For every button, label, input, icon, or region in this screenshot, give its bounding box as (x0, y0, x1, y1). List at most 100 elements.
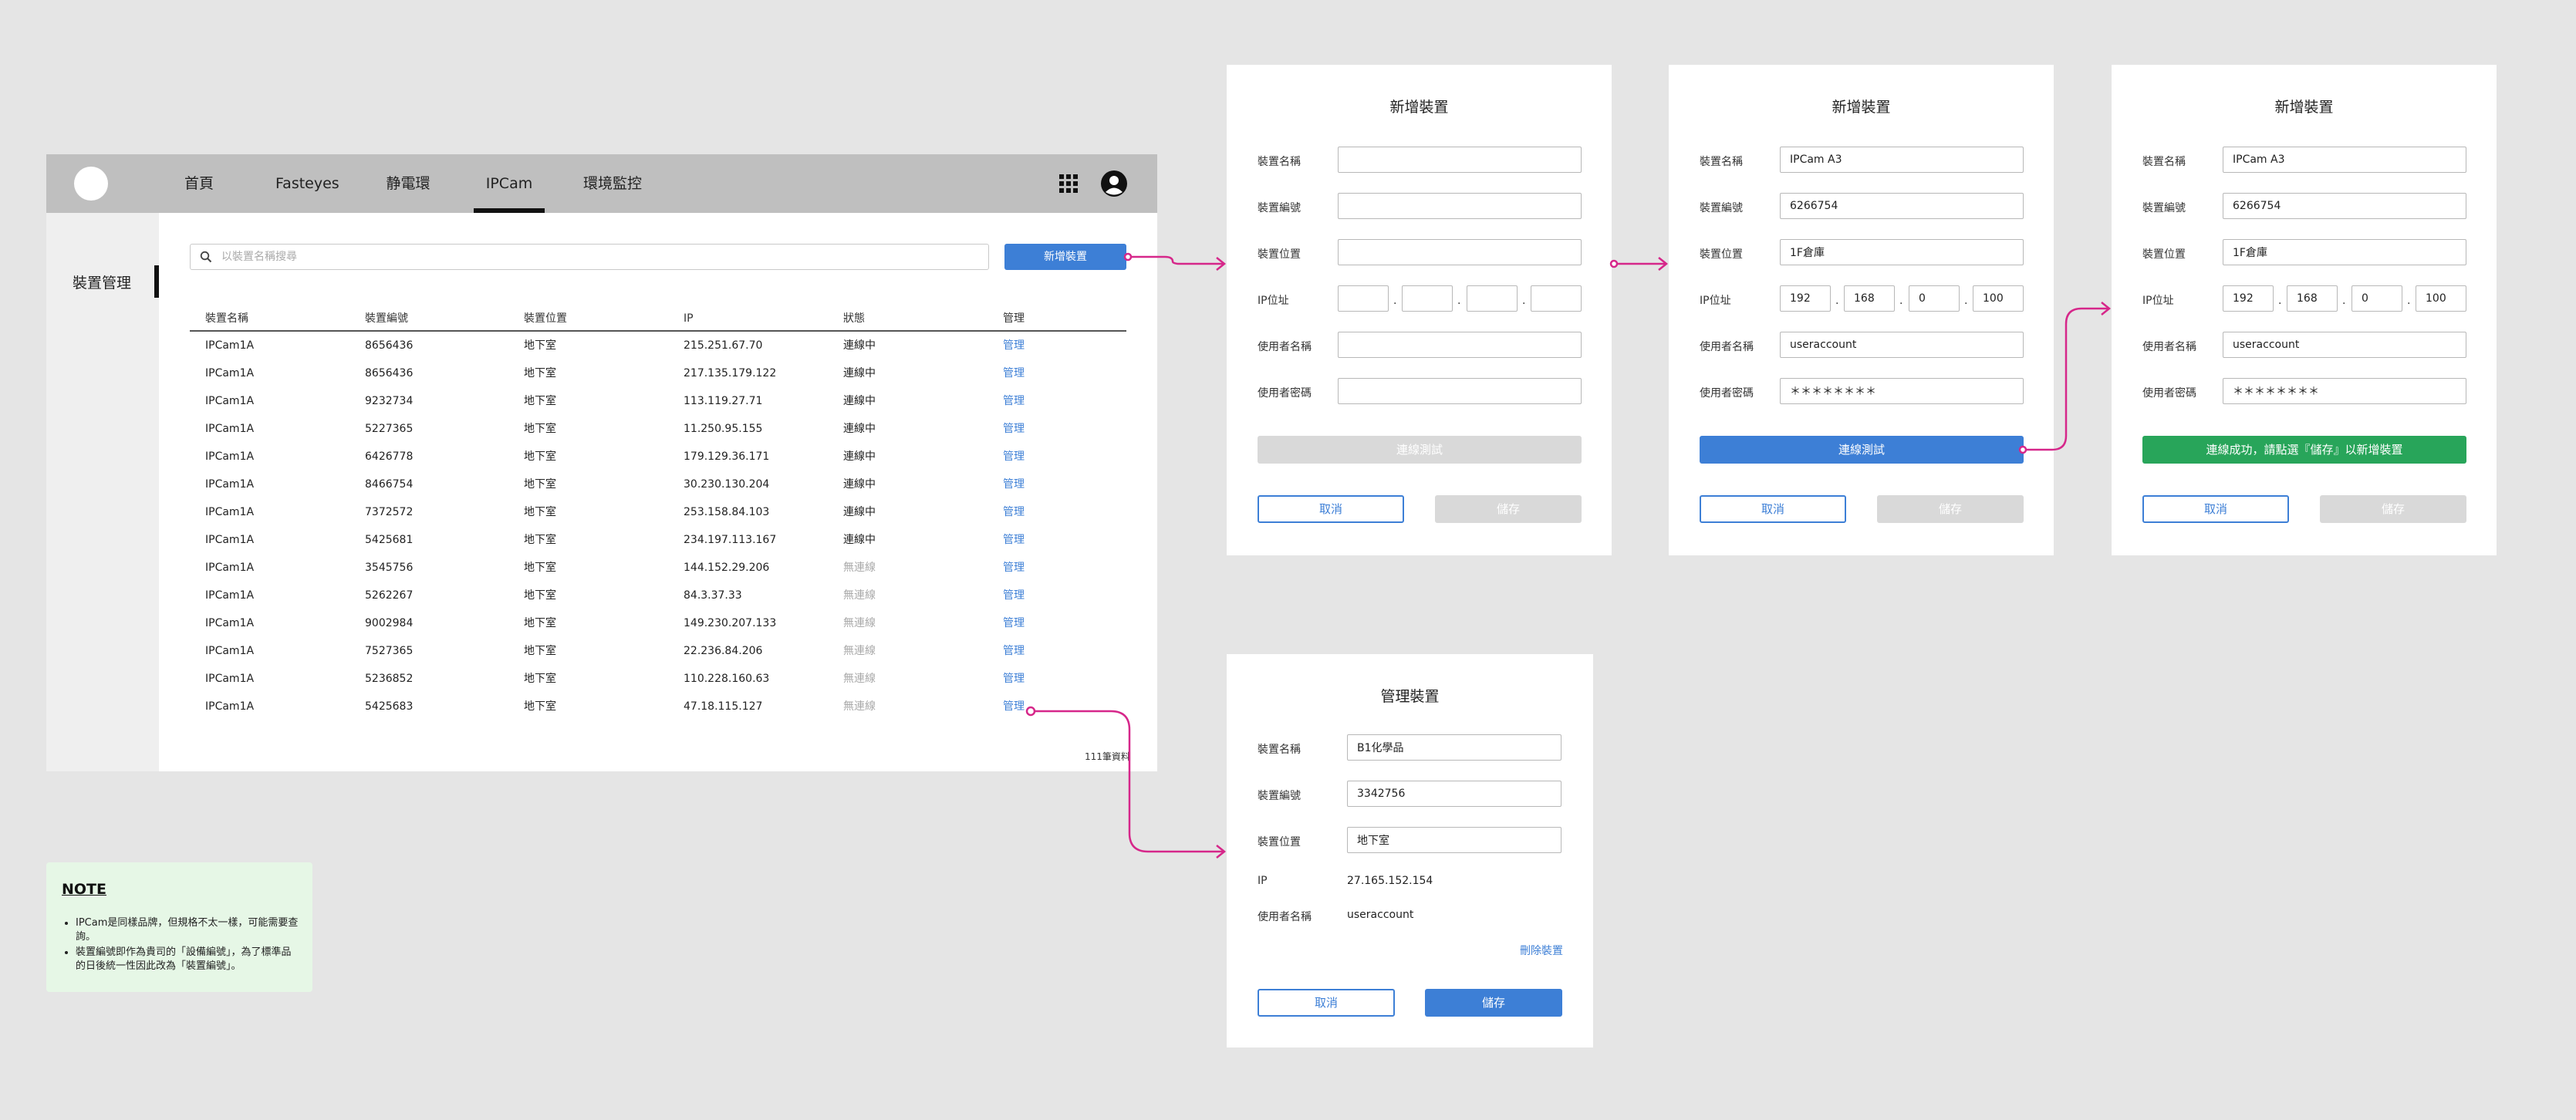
cell-ip: 144.152.29.206 (684, 562, 770, 574)
manage-link[interactable]: 管理 (1003, 582, 1025, 609)
ip-octet-3-field[interactable] (1467, 285, 1518, 312)
nav-item-ipcam[interactable]: IPCam (474, 154, 545, 213)
cell-device-location: 地下室 (524, 534, 556, 546)
ip-octet-3-field[interactable] (2351, 285, 2402, 312)
table-row: IPCam1A 3545756 地下室 144.152.29.206 無連線 管理 (190, 554, 1126, 582)
delete-device-link[interactable]: 刪除裝置 (1520, 943, 1563, 958)
ip-octet-4-field[interactable] (2416, 285, 2466, 312)
search-box (190, 244, 989, 270)
cell-ip: 217.135.179.122 (684, 367, 777, 380)
nav-item-esd[interactable]: 静電環 (385, 154, 431, 213)
connector-arrowhead (1658, 257, 1669, 271)
ip-octet-2-field[interactable] (2287, 285, 2338, 312)
ip-separator: . (1835, 295, 1839, 307)
cell-device-name: IPCam1A (205, 562, 255, 574)
ip-octet-4-field[interactable] (1973, 285, 2024, 312)
cell-ip: 234.197.113.167 (684, 534, 777, 546)
nav-item-fasteyes[interactable]: Fasteyes (275, 154, 339, 213)
manage-link[interactable]: 管理 (1003, 332, 1025, 359)
label-username: 使用者名稱 (1258, 341, 1312, 353)
device-location-field[interactable] (1780, 239, 2024, 265)
ip-octet-1-field[interactable] (1780, 285, 1831, 312)
device-location-field[interactable] (2223, 239, 2466, 265)
username-field[interactable] (1780, 332, 2024, 358)
manage-link[interactable]: 管理 (1003, 498, 1025, 526)
connection-test-button[interactable]: 連線測試 (1258, 436, 1582, 464)
connection-test-button[interactable]: 連線測試 (1700, 436, 2024, 464)
save-button[interactable]: 儲存 (2320, 495, 2466, 523)
sidebar-item-device-management[interactable]: 裝置管理 (73, 272, 131, 292)
ip-octet-1-field[interactable] (2223, 285, 2274, 312)
device-name-field[interactable] (2223, 147, 2466, 173)
table-row: IPCam1A 9002984 地下室 149.230.207.133 無連線 管理 (190, 609, 1126, 637)
device-location-field[interactable] (1347, 827, 1561, 853)
note-list: IPCam是同樣品牌，但規格不太一樣，可能需要查詢。 裝置編號即作為貴司的「設備… (62, 916, 301, 975)
table-header: 裝置名稱 裝置編號 裝置位置 IP 狀態 管理 (190, 305, 1126, 332)
manage-link[interactable]: 管理 (1003, 693, 1025, 720)
search-input[interactable] (220, 245, 976, 269)
device-name-field[interactable] (1347, 734, 1561, 761)
device-number-field[interactable] (1338, 193, 1582, 219)
label-ip: IP (1258, 875, 1268, 887)
account-icon[interactable] (1100, 170, 1128, 197)
apps-grid-icon[interactable] (1059, 174, 1078, 193)
cell-device-name: IPCam1A (205, 506, 255, 518)
password-field[interactable] (2223, 378, 2466, 404)
manage-link[interactable]: 管理 (1003, 526, 1025, 554)
password-field[interactable] (1338, 378, 1582, 404)
device-name-field[interactable] (1780, 147, 2024, 173)
manage-link[interactable]: 管理 (1003, 415, 1025, 443)
manage-link[interactable]: 管理 (1003, 387, 1025, 415)
cell-device-number: 7372572 (365, 506, 414, 518)
manage-link[interactable]: 管理 (1003, 359, 1025, 387)
column-header-name: 裝置名稱 (205, 312, 248, 325)
ip-octet-2-field[interactable] (1844, 285, 1895, 312)
device-location-field[interactable] (1338, 239, 1582, 265)
add-device-button[interactable]: 新增裝置 (1004, 244, 1126, 270)
nav-item-env-monitor[interactable]: 環境監控 (582, 154, 643, 213)
label-device-location: 裝置位置 (1700, 248, 1743, 261)
manage-link[interactable]: 管理 (1003, 471, 1025, 498)
device-number-field[interactable] (1347, 781, 1561, 807)
cancel-button[interactable]: 取消 (2142, 495, 2289, 523)
cell-device-number: 8656436 (365, 339, 414, 352)
label-password: 使用者密碼 (1700, 387, 1754, 400)
username-field[interactable] (2223, 332, 2466, 358)
save-button[interactable]: 儲存 (1425, 989, 1562, 1017)
manage-link[interactable]: 管理 (1003, 665, 1025, 693)
label-device-name: 裝置名稱 (1258, 156, 1301, 168)
manage-link[interactable]: 管理 (1003, 554, 1025, 582)
manage-device-dialog: 管理裝置 裝置名稱 裝置編號 裝置位置 IP 27.165.152.154 使用… (1227, 654, 1593, 1047)
username-field[interactable] (1338, 332, 1582, 358)
save-button[interactable]: 儲存 (1877, 495, 2024, 523)
device-name-field[interactable] (1338, 147, 1582, 173)
manage-link[interactable]: 管理 (1003, 443, 1025, 471)
label-username: 使用者名稱 (1700, 341, 1754, 353)
logo[interactable] (74, 167, 108, 201)
cell-device-number: 5262267 (365, 589, 414, 602)
cancel-button[interactable]: 取消 (1258, 495, 1404, 523)
column-header-manage: 管理 (1003, 312, 1025, 325)
cell-device-number: 3545756 (365, 562, 414, 574)
manage-link[interactable]: 管理 (1003, 637, 1025, 665)
cell-device-number: 6426778 (365, 450, 414, 463)
cancel-button[interactable]: 取消 (1700, 495, 1846, 523)
cancel-button[interactable]: 取消 (1258, 989, 1395, 1017)
save-button[interactable]: 儲存 (1435, 495, 1582, 523)
device-number-field[interactable] (2223, 193, 2466, 219)
ip-octet-4-field[interactable] (1531, 285, 1582, 312)
cell-device-number: 8466754 (365, 478, 414, 491)
cell-device-number: 9232734 (365, 395, 414, 407)
cell-device-location: 地下室 (524, 478, 556, 491)
manage-link[interactable]: 管理 (1003, 609, 1025, 637)
cell-device-name: IPCam1A (205, 617, 255, 629)
cell-status: 無連線 (843, 673, 876, 685)
device-number-field[interactable] (1780, 193, 2024, 219)
cell-device-name: IPCam1A (205, 534, 255, 546)
nav-item-home[interactable]: 首頁 (184, 154, 214, 213)
ip-octet-1-field[interactable] (1338, 285, 1389, 312)
ip-octet-2-field[interactable] (1402, 285, 1453, 312)
password-field[interactable] (1780, 378, 2024, 404)
cell-ip: 215.251.67.70 (684, 339, 763, 352)
ip-octet-3-field[interactable] (1909, 285, 1960, 312)
